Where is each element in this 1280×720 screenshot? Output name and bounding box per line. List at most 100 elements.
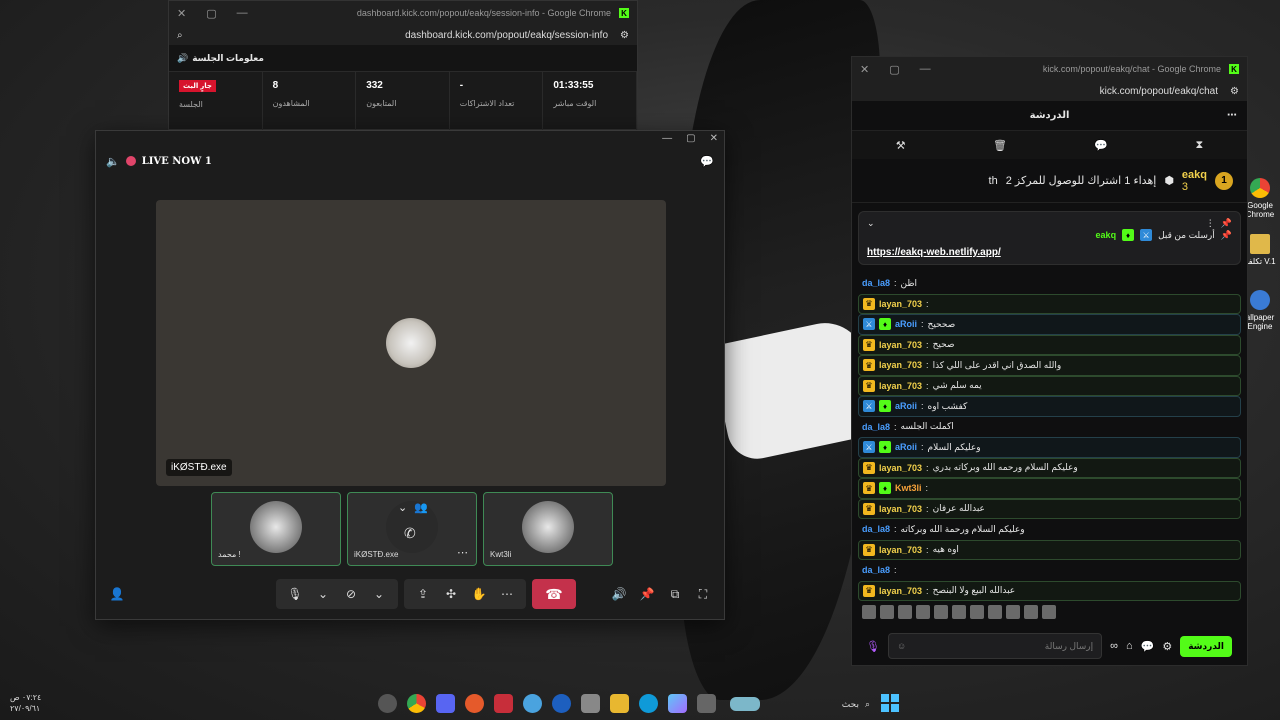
emote[interactable] — [916, 605, 930, 619]
hangup-button[interactable]: ☎ — [532, 579, 576, 609]
camera-off-icon[interactable]: ⊘ — [342, 585, 360, 603]
folder-icon[interactable] — [610, 694, 629, 713]
app-icon[interactable] — [523, 694, 542, 713]
chat-username[interactable]: layan_703 — [879, 545, 922, 555]
chevron-down-icon[interactable]: ⌄ — [867, 218, 875, 229]
more-icon[interactable]: ⋯ — [1227, 110, 1237, 121]
minimize-icon[interactable]: — — [662, 133, 672, 147]
maximize-icon[interactable]: ▢ — [206, 7, 216, 20]
chat-message[interactable]: ♛ layan_703: عبدالله عرفان — [858, 498, 1241, 519]
copilot-icon[interactable] — [668, 694, 687, 713]
chat-message[interactable]: ♛ layan_703: وعليكم السلام ورحمه الله وبرك… — [858, 457, 1241, 478]
hammer-icon[interactable]: ⚒ — [896, 139, 906, 152]
chat-message[interactable]: ♛ layan_703: عبدالله البيع ولا البنصح — [858, 580, 1241, 601]
mic-icon[interactable]: 🎙 — [866, 640, 880, 653]
chat-username[interactable]: layan_703 — [879, 504, 922, 514]
chat-bubble-icon[interactable]: 💬 — [1094, 139, 1108, 152]
chat-username[interactable]: layan_703 — [879, 360, 922, 370]
maximize-icon[interactable]: ▢ — [889, 63, 899, 76]
emote[interactable] — [898, 605, 912, 619]
chat-username[interactable]: layan_703 — [879, 586, 922, 596]
add-people-icon[interactable]: 👤 — [108, 585, 126, 603]
chat-message[interactable]: da_la8: — [858, 560, 1241, 581]
people-icon[interactable]: 👥 — [414, 501, 428, 514]
chevron-down-icon[interactable]: ⌄ — [370, 585, 388, 603]
chat-message[interactable]: ♛ layan_703: والله الصدق اني اقدر على اللي… — [858, 355, 1241, 376]
chat-bubble-icon[interactable]: 💬 — [700, 155, 714, 168]
hourglass-icon[interactable]: ⧗ — [1196, 139, 1204, 152]
chat-message[interactable]: ⚔ ♦ aRoii: كفشب اوه — [858, 396, 1241, 417]
address-bar[interactable]: ⌕ dashboard.kick.com/popout/eakq/session… — [169, 25, 637, 45]
chat-username[interactable]: layan_703 — [879, 463, 922, 473]
more-icon[interactable]: ⋮ — [1206, 218, 1215, 229]
speaker-icon[interactable]: 🔈 — [106, 155, 120, 168]
taskbar-search[interactable]: بحث ⌕ — [730, 694, 870, 714]
start-button[interactable] — [881, 694, 899, 712]
participant-tile[interactable]: محمد ! — [211, 492, 341, 566]
close-icon[interactable]: ✕ — [710, 133, 718, 147]
chat-message[interactable]: ⚔ ♦ aRoii: وعليكم السلام — [858, 437, 1241, 458]
chat-message[interactable]: ♛ layan_703: اوه هيه — [858, 539, 1241, 560]
close-icon[interactable]: ✕ — [177, 7, 186, 20]
fullscreen-icon[interactable]: ⛶ — [694, 585, 712, 603]
chat-message[interactable]: da_la8: اظن — [858, 273, 1241, 294]
chat-username[interactable]: da_la8 — [862, 565, 890, 575]
minimize-icon[interactable]: — — [237, 7, 248, 20]
chat-message[interactable]: ♛ ♦ Kwt3li: — [858, 478, 1241, 499]
mic-icon[interactable]: 🎙 — [286, 585, 304, 603]
message-input[interactable]: ☺ إرسال رسالة — [887, 633, 1103, 659]
raise-hand-icon[interactable]: ✋ — [470, 585, 488, 603]
emote[interactable] — [952, 605, 966, 619]
popout-icon[interactable]: ⧉ — [666, 585, 684, 603]
chat-username[interactable]: da_la8 — [862, 422, 890, 432]
pinned-link[interactable]: https://eakq-web.netlify.app/ — [867, 247, 1232, 258]
site-settings-icon[interactable]: ⚙ — [1230, 86, 1239, 97]
emote[interactable] — [880, 605, 894, 619]
emote[interactable] — [862, 605, 876, 619]
participant-tile[interactable]: Kwt3li — [483, 492, 613, 566]
discord-icon[interactable] — [436, 694, 455, 713]
chevron-down-icon[interactable]: ⌄ — [314, 585, 332, 603]
chat-username[interactable]: da_la8 — [862, 278, 890, 288]
site-settings-icon[interactable]: ⚙ — [620, 30, 629, 41]
apps-icon[interactable]: ✣ — [442, 585, 460, 603]
close-icon[interactable]: ✕ — [860, 63, 869, 76]
settings-icon[interactable]: ⚙ — [1162, 640, 1172, 653]
app-icon[interactable] — [494, 694, 513, 713]
pin-icon[interactable]: 📌 — [638, 585, 656, 603]
emote[interactable] — [1006, 605, 1020, 619]
chat-username[interactable]: da_la8 — [862, 524, 890, 534]
more-icon[interactable]: ⋯ — [498, 585, 516, 603]
minimize-icon[interactable]: — — [920, 63, 931, 76]
trash-icon[interactable]: 🗑 — [993, 139, 1007, 152]
chat-username[interactable]: layan_703 — [879, 299, 922, 309]
hp-icon[interactable] — [552, 694, 571, 713]
gift-icon[interactable]: ⌂ — [1126, 640, 1133, 652]
chat-message[interactable]: da_la8: وعليكم السلام ورحمة الله وبركاته — [858, 519, 1241, 540]
chat-username[interactable]: layan_703 — [879, 381, 922, 391]
more-icon[interactable]: ⋯ — [457, 546, 468, 559]
app-icon[interactable] — [465, 694, 484, 713]
chat-username[interactable]: aRoii — [895, 319, 917, 329]
chat-bubble-icon[interactable]: 💬 — [1141, 640, 1155, 653]
volume-icon[interactable]: 🔊 — [610, 585, 628, 603]
emote[interactable] — [988, 605, 1002, 619]
chat-username[interactable]: Kwt3li — [895, 483, 922, 493]
chat-message[interactable]: da_la8: اكملت الجلسه — [858, 417, 1241, 438]
emote[interactable] — [934, 605, 948, 619]
infinity-icon[interactable]: ∞ — [1110, 640, 1118, 652]
app-icon[interactable] — [378, 694, 397, 713]
emote[interactable] — [970, 605, 984, 619]
edge-icon[interactable] — [639, 694, 658, 713]
emoji-icon[interactable]: ☺ — [897, 641, 906, 651]
emote[interactable] — [1042, 605, 1056, 619]
emote[interactable] — [1024, 605, 1038, 619]
app-icon[interactable] — [697, 694, 716, 713]
chevron-down-icon[interactable]: ⌄ — [398, 501, 407, 514]
chat-message[interactable]: ♛ layan_703: — [858, 293, 1241, 314]
send-chat-button[interactable]: الدردشة — [1180, 635, 1232, 657]
share-screen-icon[interactable]: ⇪ — [414, 585, 432, 603]
clock[interactable]: ٠٧:٢٤ ص ٢٧/٠٩/٦١ — [10, 692, 41, 714]
chat-message[interactable]: ♛ layan_703: يمه سلم شي — [858, 375, 1241, 396]
pin-icon[interactable]: 📌 — [1221, 218, 1232, 229]
